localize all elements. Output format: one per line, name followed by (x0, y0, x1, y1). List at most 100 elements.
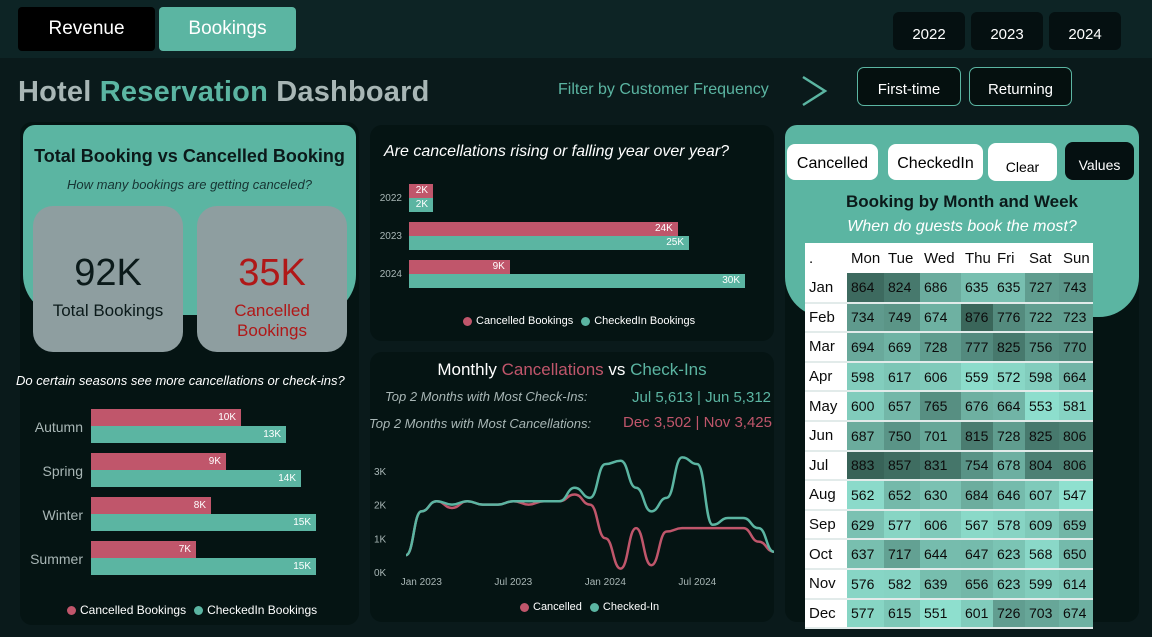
y-tick-label: 3K (374, 467, 387, 478)
heatmap-cell: 559 (961, 361, 993, 393)
heatmap-cell: 883 (847, 450, 884, 482)
heatmap-cell: 629 (847, 509, 884, 541)
season-checkedin-bar: 15K (91, 514, 316, 531)
season-label: Winter (42, 507, 83, 523)
monthly-title-part1: Monthly (437, 360, 502, 379)
year-2023-button[interactable]: 2023 (971, 12, 1043, 50)
heatmap-cell: 582 (884, 568, 920, 600)
legend-checkedin: CheckedIn Bookings (207, 603, 318, 617)
yoy-year-label: 2022 (379, 193, 402, 204)
monthly-title-checkin: Check-Ins (630, 360, 707, 379)
season-cancelled-bar: 10K (91, 409, 241, 426)
heatmap-cell: 615 (884, 598, 920, 630)
heatmap-cell: 674 (1059, 598, 1093, 630)
heatmap-cell: 825 (993, 332, 1025, 363)
heatmap-month-label: Dec (805, 598, 847, 630)
tab-bookings[interactable]: Bookings (159, 7, 296, 51)
top-cancel-value: Dec 3,502 | Nov 3,425 (623, 414, 772, 431)
heatmap-cell: 623 (993, 568, 1025, 600)
heatmap-cell: 598 (847, 361, 884, 393)
year-2022-button[interactable]: 2022 (893, 12, 965, 50)
tab-revenue[interactable]: Revenue (18, 7, 155, 51)
page-title: Hotel Reservation Dashboard (18, 76, 430, 109)
x-tick-label: Jan 2023 (401, 577, 443, 588)
title-accent: Reservation (99, 76, 268, 108)
x-tick-label: Jul 2023 (494, 577, 532, 588)
heatmap-cell: 806 (1059, 420, 1093, 452)
heatmap-month-label: Sep (805, 509, 847, 541)
heatmap-month-label: Jun (805, 420, 847, 452)
heatmap-cell: 717 (884, 539, 920, 570)
heatmap-row: Feb 734 749 674 876 776 722 723 (805, 302, 1093, 334)
seasons-question: Do certain seasons see more cancellation… (16, 373, 345, 388)
legend-cancelled-swatch (67, 605, 76, 615)
heatmap-cell: 581 (1059, 391, 1093, 422)
heatmap-cell: 646 (993, 480, 1025, 511)
heatmap-cell: 650 (1059, 539, 1093, 570)
heatmap-cell: 635 (993, 273, 1025, 304)
yoy-legend-checkedin-swatch (581, 316, 591, 326)
seasons-bar-chart: Autumn 10K 13K Spring 9K 14K Winter 8K 15K Summer… (20, 395, 359, 595)
heatmap-row: Aug 562 652 630 684 646 607 547 (805, 480, 1093, 511)
heatmap-cell: 754 (961, 450, 993, 482)
heatmap-cell: 749 (884, 302, 920, 334)
top-checkin-value: Jul 5,613 | Jun 5,312 (632, 389, 771, 406)
filter-label: Filter by Customer Frequency (558, 81, 769, 98)
heatmap-row: Jan 864 824 686 635 635 727 743 (805, 273, 1093, 304)
yoy-cancelled-bar: 24K (409, 222, 678, 236)
seasons-legend: Cancelled Bookings CheckedIn Bookings (67, 603, 317, 617)
cancelled-bookings-label: Cancelled Bookings (234, 301, 310, 340)
title-part1: Hotel (18, 76, 100, 108)
monthly-title: Monthly Cancellations vs Check-Ins (370, 360, 774, 380)
heatmap-cell: 676 (961, 391, 993, 422)
yoy-checkedin-bar: 30K (409, 274, 745, 288)
yoy-checkedin-bar: 25K (409, 236, 689, 250)
checkedin-toggle-button[interactable]: CheckedIn (888, 144, 983, 180)
cancelled-bookings-value: 35K (238, 252, 306, 294)
filter-returning-button[interactable]: Returning (969, 67, 1072, 106)
heatmap-day-header: Sun (1059, 243, 1093, 273)
heatmap-day-header: Thu (961, 243, 993, 273)
yoy-year-label: 2024 (379, 269, 402, 280)
heatmap-cell: 562 (847, 480, 884, 511)
heatmap-cell: 876 (961, 302, 993, 334)
heatmap-cell: 576 (847, 568, 884, 600)
season-checkedin-bar: 15K (91, 558, 316, 575)
heatmap-subtitle: When do guests book the most? (847, 218, 1077, 235)
heatmap-cell: 657 (884, 391, 920, 422)
monthly-legend-cancelled-swatch (520, 602, 529, 612)
season-checkedin-bar: 14K (91, 470, 301, 487)
filter-first-time-button[interactable]: First-time (857, 67, 961, 106)
total-bookings-value: 92K (74, 252, 142, 294)
heatmap-cell: 644 (920, 539, 961, 570)
clear-button[interactable]: Clear (988, 143, 1057, 181)
heatmap-month-label: May (805, 391, 847, 422)
cancelled-toggle-button[interactable]: Cancelled (787, 144, 878, 180)
yoy-cancelled-bar: 2K (409, 184, 433, 198)
heatmap-day-header: Sat (1025, 243, 1059, 273)
y-tick-label: 0K (374, 568, 387, 579)
heatmap-cell: 623 (993, 539, 1025, 570)
top-checkin-label: Top 2 Months with Most Check-Ins: (385, 389, 588, 404)
heatmap-cell: 607 (1025, 480, 1059, 511)
heatmap-cell: 776 (993, 302, 1025, 334)
top-cancel-label: Top 2 Months with Most Cancellations: (369, 416, 592, 431)
heatmap-cell: 686 (920, 273, 961, 304)
heatmap-cell: 750 (884, 420, 920, 452)
heatmap-cell: 577 (884, 509, 920, 541)
heatmap-cell: 669 (884, 332, 920, 363)
heatmap-cell: 727 (1025, 273, 1059, 304)
year-2024-button[interactable]: 2024 (1049, 12, 1121, 50)
heatmap-cell: 567 (961, 509, 993, 541)
heatmap-corner: . (805, 243, 847, 273)
heatmap-cell: 770 (1059, 332, 1093, 363)
heatmap-cell: 728 (993, 420, 1025, 452)
y-tick-label: 1K (374, 534, 387, 545)
heatmap-cell: 614 (1059, 568, 1093, 600)
heatmap-cell: 756 (1025, 332, 1059, 363)
heatmap-cell: 601 (961, 598, 993, 630)
values-toggle-button[interactable]: Values (1065, 142, 1134, 180)
heatmap-cell: 609 (1025, 509, 1059, 541)
monthly-title-vs: vs (603, 360, 631, 379)
title-part2: Dashboard (267, 76, 430, 108)
